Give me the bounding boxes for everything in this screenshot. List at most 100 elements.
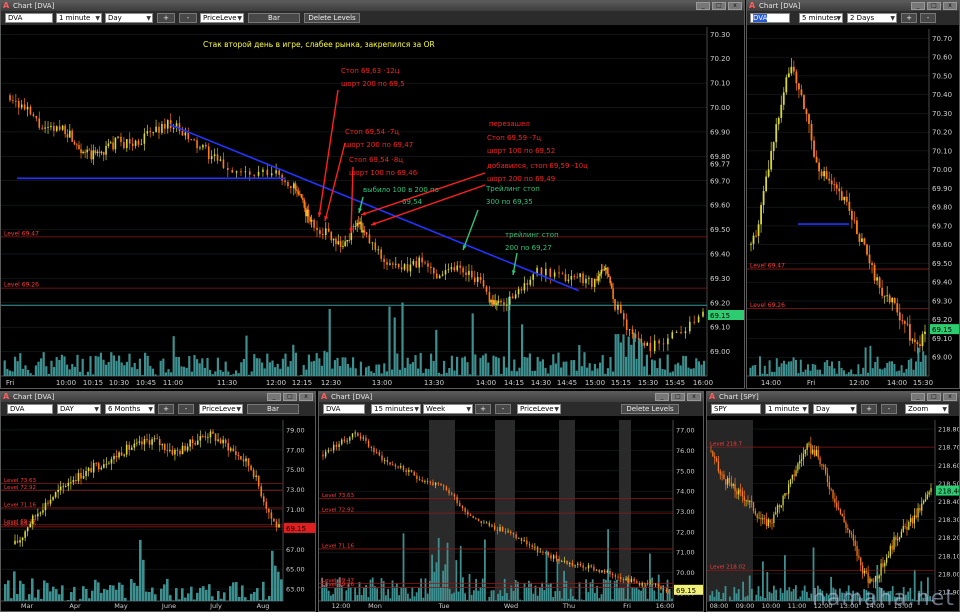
indicator-select[interactable]: PriceLeve ▼ bbox=[200, 13, 244, 23]
zoom-in-button[interactable]: + bbox=[475, 404, 491, 414]
candle bbox=[75, 479, 77, 482]
session-shade bbox=[559, 420, 575, 601]
chart-type-button[interactable]: Bar bbox=[248, 13, 300, 23]
symbol-input[interactable]: DVA bbox=[750, 13, 790, 23]
candle bbox=[854, 540, 856, 546]
maximize-icon[interactable]: □ bbox=[712, 2, 726, 10]
topright-title-bar[interactable]: A Chart [DVA] _ □ x bbox=[747, 1, 959, 11]
volume-bar bbox=[778, 366, 781, 376]
zoom-select[interactable]: Zoom ▼ bbox=[905, 404, 949, 414]
candle bbox=[80, 149, 82, 154]
zoom-out-button[interactable]: - bbox=[179, 13, 197, 23]
close-icon[interactable]: x bbox=[687, 393, 701, 401]
zoom-out-button[interactable]: - bbox=[495, 404, 511, 414]
y-tick-label: 70.50 bbox=[932, 72, 952, 80]
interval-select[interactable]: 1 minute ▼ bbox=[765, 404, 809, 414]
period-select[interactable]: Day ▼ bbox=[105, 13, 153, 23]
br-title-bar[interactable]: A Chart [SPY] _ □ x bbox=[707, 392, 959, 402]
volume-bar bbox=[850, 369, 853, 376]
volume-bar bbox=[697, 361, 700, 376]
main-chart-svg[interactable]: 70.3070.2070.1070.0069.9069.8069.7069.60… bbox=[1, 25, 744, 388]
minimize-icon[interactable]: _ bbox=[911, 393, 925, 401]
zoom-in-button[interactable]: + bbox=[901, 13, 917, 23]
topright-plot-area[interactable]: 70.70 70.60 70.50 70.40 70.30 70.20 70.10 70.00… bbox=[747, 25, 959, 388]
indicator-select[interactable]: PriceLeve ▼ bbox=[517, 404, 561, 414]
symbol-input[interactable]: DVA bbox=[323, 404, 365, 414]
period-select[interactable]: Day ▼ bbox=[813, 404, 857, 414]
minimize-icon[interactable]: _ bbox=[911, 2, 925, 10]
candle bbox=[34, 515, 37, 517]
x-tick-label: June bbox=[161, 602, 176, 610]
close-icon[interactable]: x bbox=[943, 2, 957, 10]
maximize-icon[interactable]: □ bbox=[283, 393, 297, 401]
x-tick-label: Apr bbox=[69, 602, 81, 610]
x-tick-label: 08:00 bbox=[710, 602, 729, 610]
candle bbox=[903, 321, 906, 324]
bl-plot-area[interactable]: 79.0077.0075.0073.0071.0069.0067.0065.00… bbox=[1, 416, 315, 611]
zoom-in-button[interactable]: + bbox=[157, 13, 175, 23]
bm-chart-svg[interactable]: 77.0076.0075.0074.0073.0072.0071.0070.00… bbox=[319, 416, 703, 611]
minimize-icon[interactable]: _ bbox=[696, 2, 710, 10]
volume-bar bbox=[583, 600, 585, 601]
main-title-bar[interactable]: A Chart [DVA] _ □ x bbox=[1, 1, 744, 11]
candle bbox=[723, 474, 725, 480]
volume-bar bbox=[785, 364, 788, 376]
indicator-select[interactable]: PriceLeve ▼ bbox=[199, 404, 243, 414]
bm-title-bar[interactable]: A Chart [DVA] _ □ x bbox=[319, 392, 703, 402]
period-select[interactable]: Week ▼ bbox=[423, 404, 473, 414]
chart-type-button[interactable]: Bar bbox=[247, 404, 299, 414]
maximize-icon[interactable]: □ bbox=[671, 393, 685, 401]
zoom-out-button[interactable]: - bbox=[881, 404, 897, 414]
volume-bar bbox=[451, 593, 453, 601]
candle bbox=[14, 540, 16, 545]
symbol-input[interactable]: DVA bbox=[7, 404, 53, 414]
close-icon[interactable]: x bbox=[299, 393, 313, 401]
candle bbox=[628, 329, 631, 331]
delete-levels-button[interactable]: Delete Levels bbox=[621, 404, 679, 414]
interval-select[interactable]: 1 minute ▼ bbox=[56, 13, 102, 23]
main-plot-area[interactable]: 70.30 70.20 70.10 70.00 69.90 69.80 69.70 69.60… bbox=[1, 25, 744, 388]
bm-plot-area[interactable]: 77.00 76.00 75.00 74.00 73.00 72.00 71.00 70.00… bbox=[319, 416, 703, 611]
candle bbox=[169, 450, 171, 451]
topright-chart-svg[interactable]: 70.7070.6070.5070.4070.3070.2070.1070.00… bbox=[747, 25, 959, 388]
delete-levels-button[interactable]: Delete Levels bbox=[304, 13, 360, 23]
y-tick-label: 71.00 bbox=[286, 506, 305, 514]
close-icon[interactable]: x bbox=[728, 2, 742, 10]
period-select[interactable]: 2 Days ▼ bbox=[847, 13, 897, 23]
volume-bar bbox=[169, 595, 172, 601]
interval-select[interactable]: 15 minutes ▼ bbox=[371, 404, 421, 414]
interval-select[interactable]: DAY ▼ bbox=[57, 404, 101, 414]
symbol-input[interactable]: SPY bbox=[711, 404, 761, 414]
zoom-out-button[interactable]: - bbox=[920, 13, 936, 23]
maximize-icon[interactable]: □ bbox=[927, 2, 941, 10]
minimize-icon[interactable]: _ bbox=[267, 393, 281, 401]
zoom-in-button[interactable]: + bbox=[158, 404, 174, 414]
zoom-out-button[interactable]: - bbox=[178, 404, 194, 414]
volume-bar bbox=[190, 586, 193, 601]
candle bbox=[726, 478, 729, 485]
maximize-icon[interactable]: □ bbox=[927, 393, 941, 401]
candle bbox=[158, 126, 160, 133]
candle bbox=[368, 234, 371, 244]
volume-bar bbox=[184, 597, 187, 601]
br-chart-svg[interactable]: 218.80218.70218.60218.50218.40218.30218.… bbox=[707, 416, 959, 611]
interval-select[interactable]: 5 minutes ▼ bbox=[799, 13, 843, 23]
candle bbox=[680, 332, 682, 334]
volume-bar bbox=[530, 582, 532, 601]
period-select[interactable]: 6 Months ▼ bbox=[105, 404, 155, 414]
candle bbox=[53, 125, 55, 131]
candle bbox=[762, 190, 765, 206]
volume-bar bbox=[266, 353, 269, 376]
bl-title-bar[interactable]: A Chart [DVA] _ □ x bbox=[1, 392, 315, 402]
close-icon[interactable]: x bbox=[943, 393, 957, 401]
y-tick-label: 70.30 bbox=[932, 110, 952, 118]
candle bbox=[118, 452, 120, 458]
volume-bar bbox=[294, 352, 297, 376]
minimize-icon[interactable]: _ bbox=[655, 393, 669, 401]
bl-chart-svg[interactable]: 79.0077.0075.0073.0071.0069.0067.0065.00… bbox=[1, 416, 315, 611]
br-plot-area[interactable]: 218.80 218.70 218.60 218.50 218.40 218.30 218.… bbox=[707, 416, 959, 611]
symbol-input[interactable]: DVA bbox=[5, 13, 53, 23]
zoom-in-button[interactable]: + bbox=[861, 404, 877, 414]
candle bbox=[646, 583, 649, 585]
volume-bar bbox=[383, 363, 386, 376]
